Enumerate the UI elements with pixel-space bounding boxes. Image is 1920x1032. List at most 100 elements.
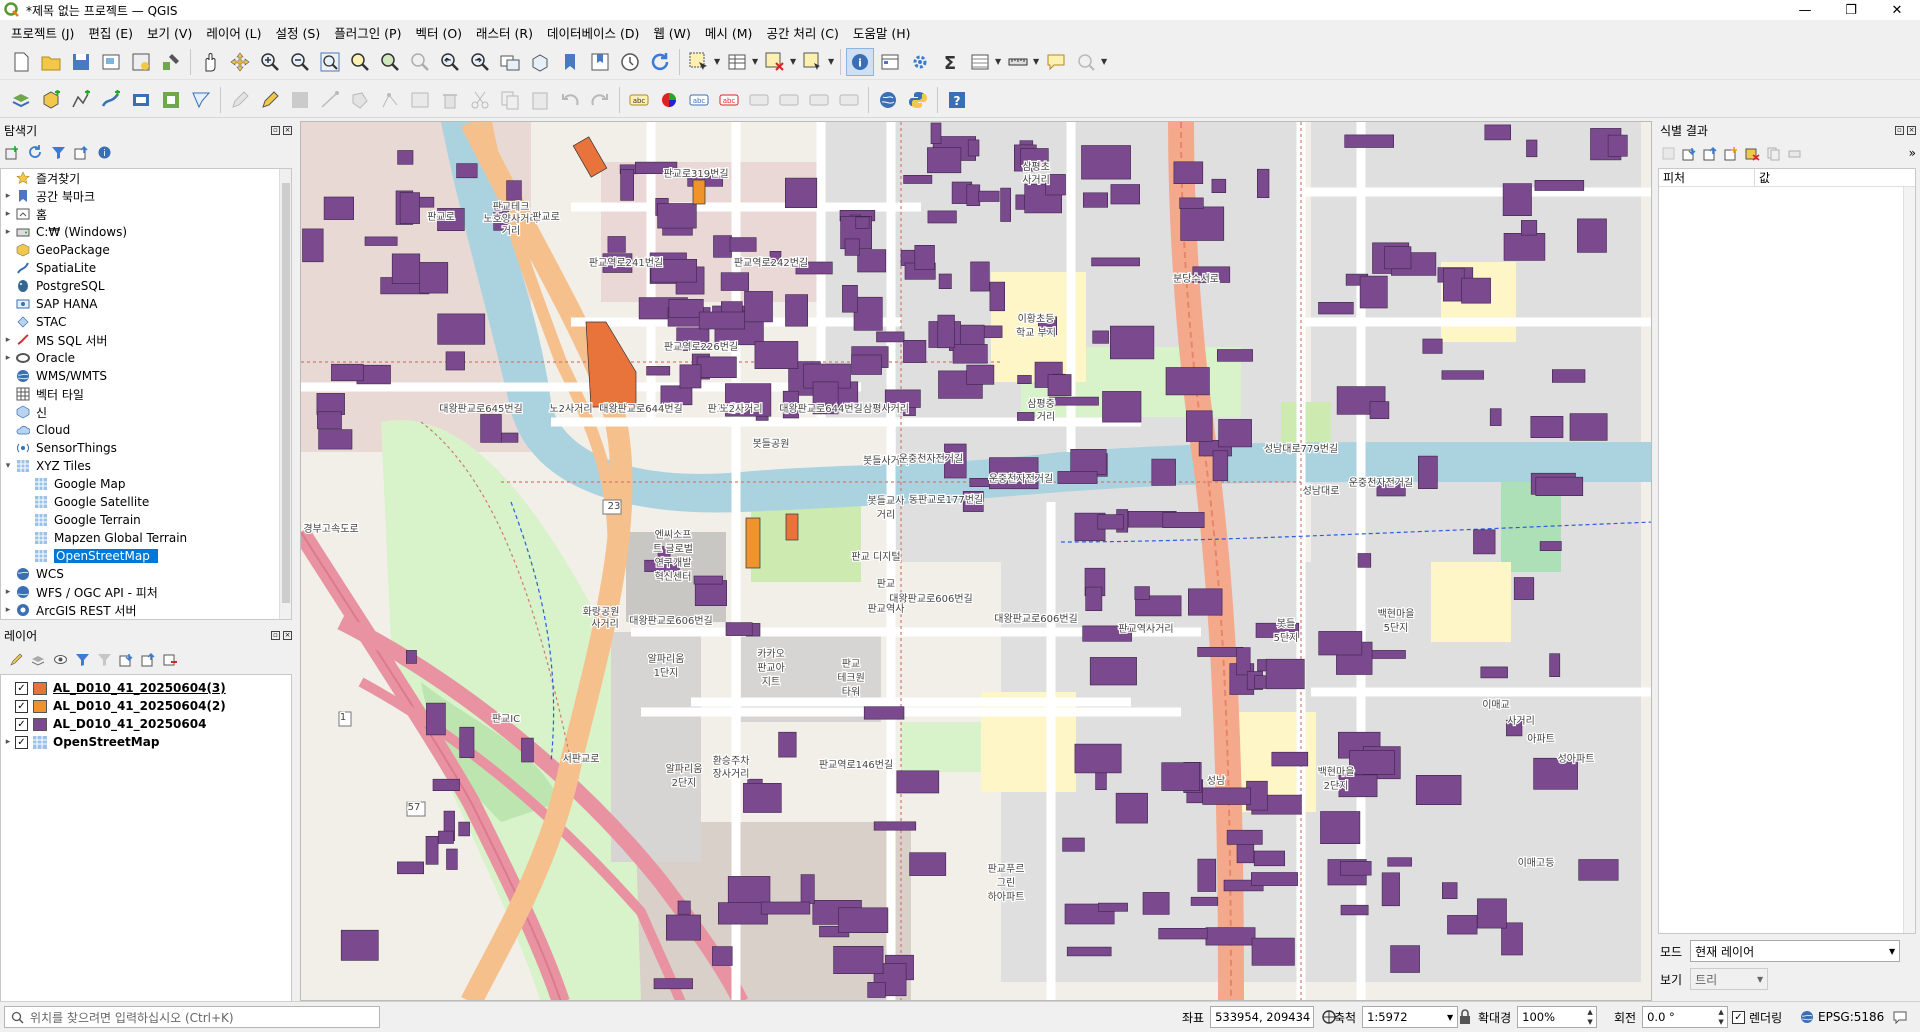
data-source-manager-icon[interactable] (7, 86, 35, 114)
browser-item[interactable]: ▸ ArcGIS REST 서버 (1, 601, 291, 619)
building-polygon[interactable] (867, 981, 886, 998)
building-polygon[interactable] (784, 177, 818, 208)
coordinate-input[interactable]: 533954, 209434 (1210, 1006, 1315, 1028)
building-polygon[interactable] (437, 313, 486, 345)
menu-mesh[interactable]: 메시 (M) (698, 23, 760, 42)
building-polygon[interactable] (1180, 206, 1225, 241)
open-attribute-table-icon[interactable] (723, 48, 751, 76)
expand-arrow-icon[interactable]: ▾ (1, 461, 15, 471)
building-polygon[interactable] (720, 272, 750, 291)
building-polygon[interactable] (1092, 330, 1109, 344)
dropdown-icon[interactable]: ▼ (828, 57, 836, 66)
menu-vector[interactable]: 벡터 (O) (408, 23, 469, 42)
building-polygon[interactable] (1162, 512, 1205, 528)
attribute-table-icon[interactable] (966, 48, 994, 76)
building-polygon[interactable] (1251, 937, 1295, 966)
processing-toolbox-icon[interactable] (906, 48, 934, 76)
building-polygon[interactable] (1000, 187, 1011, 222)
building-polygon[interactable] (1216, 349, 1253, 362)
zoom-to-layer-icon[interactable] (376, 48, 404, 76)
measure-line-icon[interactable] (1004, 48, 1032, 76)
new-memory-layer-icon[interactable] (157, 86, 185, 114)
building-polygon[interactable] (844, 238, 860, 256)
building-polygon[interactable] (970, 261, 990, 292)
building-polygon[interactable] (438, 830, 454, 844)
building-polygon[interactable] (1185, 410, 1213, 442)
building-polygon[interactable] (1503, 233, 1546, 261)
new-3d-view-icon[interactable] (526, 48, 554, 76)
menu-project[interactable]: 프로젝트 (J) (4, 23, 81, 42)
zoom-full-icon[interactable] (316, 48, 344, 76)
building-polygon[interactable] (302, 228, 324, 263)
collapse-tree-icon[interactable] (1702, 145, 1719, 162)
layer-visibility-checkbox[interactable]: ✓ (15, 717, 28, 731)
building-polygon[interactable] (1190, 896, 1219, 906)
building-polygon[interactable] (927, 210, 957, 224)
style-manager-icon[interactable] (157, 48, 185, 76)
toggle-editing-icon[interactable] (256, 86, 284, 114)
value-column-header[interactable]: 값 (1755, 169, 1915, 186)
pin-unpin-labels-icon[interactable]: abc (715, 86, 743, 114)
browser-item[interactable]: ▸ MS SQL 서버 (1, 331, 291, 349)
locate-icon[interactable] (1072, 48, 1100, 76)
menu-processing[interactable]: 공간 처리 (C) (759, 23, 845, 42)
statistical-summary-icon[interactable]: Σ (936, 48, 964, 76)
current-edits-icon[interactable] (226, 86, 254, 114)
view-select[interactable]: 트리 ▼ (1690, 968, 1769, 990)
new-shapefile-layer-icon[interactable] (67, 86, 95, 114)
digitize-icon[interactable] (316, 86, 344, 114)
building-polygon[interactable] (620, 169, 635, 201)
building-polygon[interactable] (1187, 588, 1223, 616)
building-polygon[interactable] (1091, 257, 1140, 267)
building-polygon[interactable] (938, 273, 952, 289)
building-polygon[interactable] (323, 196, 355, 220)
building-polygon[interactable] (1047, 374, 1072, 397)
building-polygon[interactable] (1484, 124, 1512, 141)
add-group-icon[interactable] (30, 651, 47, 668)
building-polygon[interactable] (1082, 192, 1108, 208)
browser-item[interactable]: Google Map (1, 475, 291, 493)
copy-feature-icon[interactable] (1765, 145, 1782, 162)
menu-view[interactable]: 보기 (V) (140, 23, 199, 42)
browser-item[interactable]: ▸ WFS / OGC API - 피처 (1, 583, 291, 601)
building-polygon[interactable] (1526, 139, 1538, 158)
open-field-calculator-icon[interactable] (876, 48, 904, 76)
pan-to-selection-icon[interactable] (226, 48, 254, 76)
close-panel-icon[interactable]: × (283, 630, 292, 640)
building-polygon[interactable] (903, 174, 933, 184)
cut-features-icon[interactable] (466, 86, 494, 114)
dropdown-icon[interactable]: ▼ (1033, 57, 1041, 66)
browser-item[interactable]: 신 (1, 403, 291, 421)
building-polygon[interactable] (1197, 858, 1217, 892)
map-canvas[interactable]: 판교로319번길 판교로 판교테크 노호양사거리 판교로 거리 판교역로241번길 판교역로2… (300, 121, 1652, 1001)
zoom-out-icon[interactable] (286, 48, 314, 76)
filter-by-expression-icon[interactable] (96, 651, 113, 668)
building-polygon[interactable] (909, 852, 947, 876)
building-polygon[interactable] (665, 914, 701, 941)
help-contents-icon[interactable]: ? (943, 86, 971, 114)
undo-icon[interactable] (556, 86, 584, 114)
building-polygon[interactable] (1197, 646, 1244, 657)
building-polygon[interactable] (1477, 898, 1507, 929)
building-polygon[interactable] (1521, 220, 1538, 236)
building-polygon[interactable] (397, 861, 425, 875)
zoom-native-icon[interactable] (406, 48, 434, 76)
browser-item[interactable]: WCS (1, 565, 291, 583)
expand-arrow-icon[interactable]: ▸ (1, 191, 15, 201)
building-polygon[interactable] (419, 262, 449, 294)
crs-field[interactable]: EPSG:5186 (1800, 1006, 1884, 1028)
change-label-icon[interactable] (835, 86, 863, 114)
building-polygon[interactable] (1236, 647, 1251, 676)
expand-arrow-icon[interactable]: ▸ (1, 335, 15, 345)
building-polygon[interactable] (506, 180, 522, 201)
print-response-icon[interactable] (1786, 145, 1803, 162)
select-by-expression-icon[interactable] (799, 48, 827, 76)
building-polygon[interactable] (743, 782, 782, 813)
new-bookmark-icon[interactable] (556, 48, 584, 76)
building-polygon[interactable] (1070, 448, 1107, 475)
building-polygon[interactable] (1359, 275, 1388, 309)
building-polygon[interactable] (521, 737, 534, 763)
building-polygon[interactable] (1211, 178, 1227, 194)
remove-layer-icon[interactable] (162, 651, 179, 668)
building-polygon[interactable] (696, 356, 737, 378)
